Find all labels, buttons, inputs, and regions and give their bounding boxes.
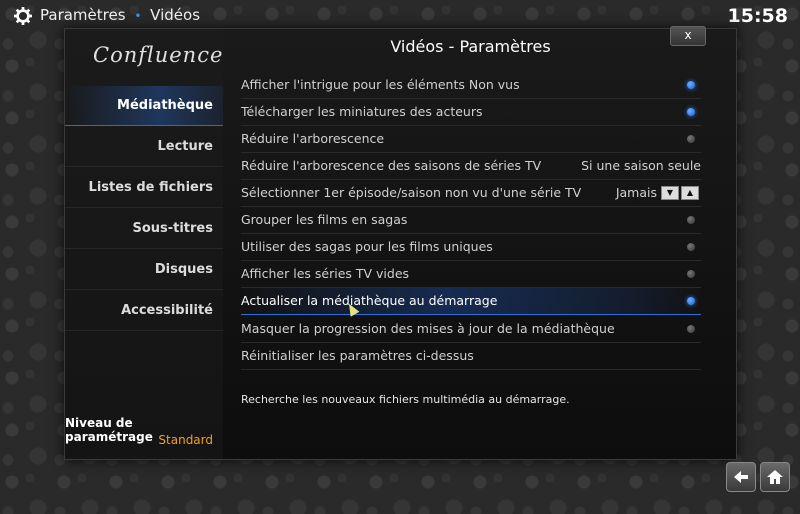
radio-off-icon[interactable] [687,325,695,333]
radio-off-icon[interactable] [687,135,695,143]
radio-off-icon[interactable] [687,270,695,278]
breadcrumb-separator: • [134,9,142,23]
spin-down-icon[interactable]: ▼ [661,186,679,200]
setting-value[interactable]: Si une saison seule [581,153,701,179]
settings-dialog: Confluence Médiathèque Lecture Listes de… [64,28,737,460]
setting-row[interactable]: Télécharger les miniatures des acteurs [241,99,701,126]
spin-up-icon[interactable]: ▲ [681,186,699,200]
setting-row[interactable]: Réduire l'arborescence [241,126,701,153]
settings-content: Vidéos - Paramètres Afficher l'intrigue … [223,29,736,459]
setting-label: Afficher l'intrigue pour les éléments No… [241,77,520,92]
breadcrumb-page: Vidéos [150,6,201,24]
home-icon [767,470,783,484]
home-button[interactable] [760,462,790,492]
radio-on-icon[interactable] [687,297,695,305]
setting-label: Réinitialiser les paramètres ci-dessus [241,348,474,363]
sidebar-item-listes-de-fichiers[interactable]: Listes de fichiers [65,168,223,208]
setting-description: Recherche les nouveaux fichiers multiméd… [241,393,570,406]
sidebar-item-lecture[interactable]: Lecture [65,127,223,167]
radio-on-icon[interactable] [687,108,695,116]
sidebar: Confluence Médiathèque Lecture Listes de… [65,29,223,459]
setting-label: Afficher les séries TV vides [241,266,410,281]
setting-row[interactable]: Masquer la progression des mises à jour … [241,316,701,343]
dialog-title: Vidéos - Paramètres [390,37,551,56]
sidebar-item-accessibilite[interactable]: Accessibilité [65,291,223,331]
radio-off-icon[interactable] [687,243,695,251]
close-button[interactable]: x [670,26,706,46]
setting-row[interactable]: Sélectionner 1er épisode/saison non vu d… [241,180,701,207]
radio-off-icon[interactable] [687,216,695,224]
confluence-logo: Confluence [93,43,224,67]
breadcrumb-section: Paramètres [40,6,126,24]
settings-level-value[interactable]: Standard [158,433,213,447]
sidebar-item-disques[interactable]: Disques [65,250,223,290]
sidebar-item-sous-titres[interactable]: Sous-titres [65,209,223,249]
setting-label: Utiliser des sagas pour les films unique… [241,239,493,254]
clock: 15:58 [727,5,788,27]
back-button[interactable] [726,462,756,492]
setting-label: Grouper les films en sagas [241,212,408,227]
breadcrumb: Paramètres • Vidéos [40,6,200,24]
setting-row[interactable]: Afficher les séries TV vides [241,261,701,288]
setting-row[interactable]: Réduire l'arborescence des saisons de sé… [241,153,701,180]
setting-value[interactable]: Jamais [616,180,657,206]
setting-label: Réduire l'arborescence des saisons de sé… [241,158,542,173]
gear-icon [14,7,32,25]
setting-label: Réduire l'arborescence [241,131,385,146]
setting-row[interactable]: Grouper les films en sagas [241,207,701,234]
setting-label: Sélectionner 1er épisode/saison non vu d… [241,185,582,200]
setting-row-reset[interactable]: Réinitialiser les paramètres ci-dessus [241,343,701,370]
setting-row[interactable]: Afficher l'intrigue pour les éléments No… [241,72,701,99]
setting-label: Télécharger les miniatures des acteurs [241,104,483,119]
radio-on-icon[interactable] [687,81,695,89]
setting-label: Actualiser la médiathèque au démarrage [241,293,498,308]
back-arrow-icon [734,471,748,483]
sidebar-item-mediatheque[interactable]: Médiathèque [65,86,223,126]
setting-row-selected[interactable]: Actualiser la médiathèque au démarrage [241,288,701,315]
setting-label: Masquer la progression des mises à jour … [241,321,615,336]
setting-row[interactable]: Utiliser des sagas pour les films unique… [241,234,701,261]
